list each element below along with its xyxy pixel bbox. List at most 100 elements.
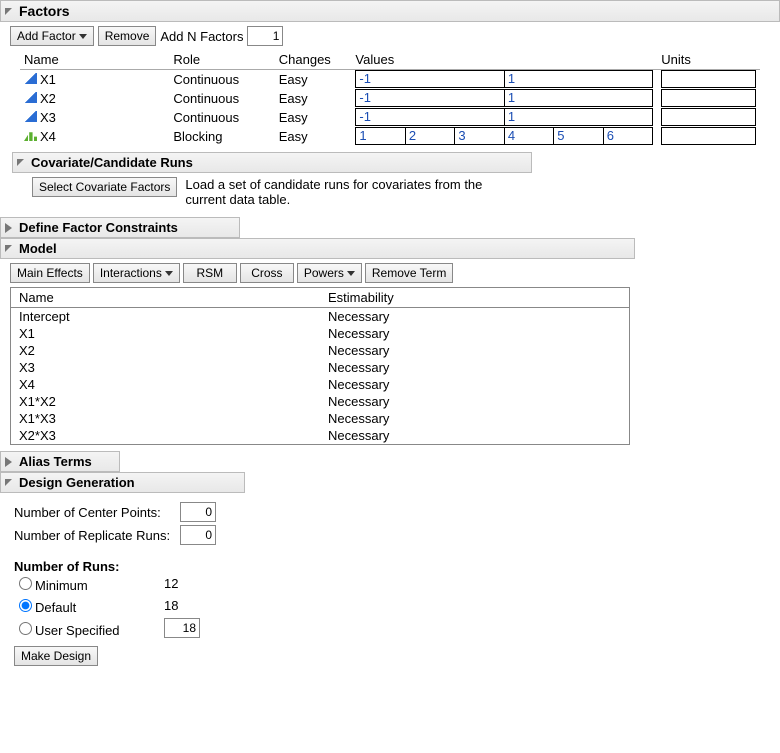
runs-option[interactable]: Default [14,596,164,615]
term-name: X1*X3 [11,410,321,427]
units-cell[interactable] [661,89,756,107]
factor-role[interactable]: Blocking [169,127,274,146]
value-cell[interactable]: -1 [355,108,504,126]
model-table: Name Estimability InterceptNecessaryX1Ne… [10,287,630,445]
model-row[interactable]: X1*X2Necessary [11,393,630,410]
factors-header[interactable]: Factors [0,0,780,22]
value-cell[interactable]: 2 [405,127,455,145]
factor-row[interactable]: X4BlockingEasy123456 [20,127,760,146]
add-n-input[interactable] [247,26,283,46]
covariate-header[interactable]: Covariate/Candidate Runs [12,152,532,173]
runs-radio[interactable] [19,622,32,635]
value-cell[interactable]: -1 [355,70,504,88]
add-factor-button[interactable]: Add Factor [10,26,94,46]
replicate-runs-label: Number of Replicate Runs: [14,528,174,543]
term-est: Necessary [320,393,630,410]
model-row[interactable]: X1Necessary [11,325,630,342]
model-row[interactable]: X3Necessary [11,359,630,376]
factor-row[interactable]: X1ContinuousEasy-11 [20,70,760,90]
value-cell[interactable]: 1 [504,89,653,107]
rsm-button[interactable]: RSM [183,263,237,283]
model-row[interactable]: X4Necessary [11,376,630,393]
alias-header[interactable]: Alias Terms [0,451,120,472]
runs-option-label: Default [35,600,76,615]
value-cell[interactable]: 5 [553,127,603,145]
design-title: Design Generation [19,475,135,490]
runs-label: Number of Runs: [14,559,770,574]
factor-changes[interactable]: Easy [275,89,352,108]
factor-name: X2 [40,91,56,106]
main-effects-button[interactable]: Main Effects [10,263,90,283]
cross-button[interactable]: Cross [240,263,294,283]
model-col-est[interactable]: Estimability [320,288,630,308]
factors-title: Factors [19,3,70,19]
powers-button[interactable]: Powers [297,263,362,283]
value-cell[interactable]: 3 [454,127,504,145]
value-cell[interactable]: 1 [504,108,653,126]
runs-option[interactable]: Minimum [14,574,164,593]
make-design-button[interactable]: Make Design [14,646,98,666]
value-cell[interactable]: 1 [504,70,653,88]
constraints-header[interactable]: Define Factor Constraints [0,217,240,238]
value-cell[interactable]: -1 [355,89,504,107]
col-changes[interactable]: Changes [275,50,352,70]
factor-changes[interactable]: Easy [275,127,352,146]
constraints-title: Define Factor Constraints [19,220,178,235]
remove-factor-button[interactable]: Remove [98,26,157,46]
factor-role[interactable]: Continuous [169,89,274,108]
col-name[interactable]: Name [20,50,169,70]
disclosure-open-icon[interactable] [5,479,12,486]
term-est: Necessary [320,342,630,359]
continuous-icon [24,111,37,122]
model-header[interactable]: Model [0,238,635,259]
caret-down-icon [347,271,355,276]
value-cell[interactable]: 4 [504,127,554,145]
caret-down-icon [79,34,87,39]
units-cell[interactable] [661,127,756,145]
select-covariate-button[interactable]: Select Covariate Factors [32,177,177,197]
factors-table: Name Role Changes Values Units X1Continu… [20,50,760,146]
runs-option-label: Minimum [35,578,88,593]
factor-changes[interactable]: Easy [275,70,352,90]
remove-term-button[interactable]: Remove Term [365,263,453,283]
col-values[interactable]: Values [351,50,657,70]
factor-row[interactable]: X3 ContinuousEasy-11 [20,108,760,127]
runs-radio[interactable] [19,577,32,590]
factor-name: X3 [40,110,56,125]
units-cell[interactable] [661,70,756,88]
model-row[interactable]: X1*X3Necessary [11,410,630,427]
term-est: Necessary [320,427,630,445]
disclosure-closed-icon[interactable] [5,223,12,233]
disclosure-open-icon[interactable] [5,8,12,15]
col-role[interactable]: Role [169,50,274,70]
runs-option[interactable]: User Specified [14,619,164,638]
disclosure-open-icon[interactable] [5,245,12,252]
model-row[interactable]: InterceptNecessary [11,308,630,326]
interactions-button[interactable]: Interactions [93,263,180,283]
model-col-name[interactable]: Name [11,288,321,308]
factor-role[interactable]: Continuous [169,70,274,90]
replicate-runs-input[interactable] [180,525,216,545]
disclosure-closed-icon[interactable] [5,457,12,467]
caret-down-icon [165,271,173,276]
factor-row[interactable]: X2 ContinuousEasy-11 [20,89,760,108]
term-name: X2 [11,342,321,359]
model-row[interactable]: X2*X3Necessary [11,427,630,445]
covariate-desc: Load a set of candidate runs for covaria… [185,177,525,207]
design-header[interactable]: Design Generation [0,472,245,493]
blocking-icon [24,130,37,141]
model-title: Model [19,241,57,256]
col-units[interactable]: Units [657,50,760,70]
runs-radio[interactable] [19,599,32,612]
factor-changes[interactable]: Easy [275,108,352,127]
user-runs-input[interactable] [164,618,200,638]
factor-role[interactable]: Continuous [169,108,274,127]
units-cell[interactable] [661,108,756,126]
runs-option-label: User Specified [35,623,120,638]
term-name: X2*X3 [11,427,321,445]
value-cell[interactable]: 1 [355,127,405,145]
disclosure-open-icon[interactable] [17,159,24,166]
value-cell[interactable]: 6 [603,127,653,145]
center-points-input[interactable] [180,502,216,522]
model-row[interactable]: X2Necessary [11,342,630,359]
